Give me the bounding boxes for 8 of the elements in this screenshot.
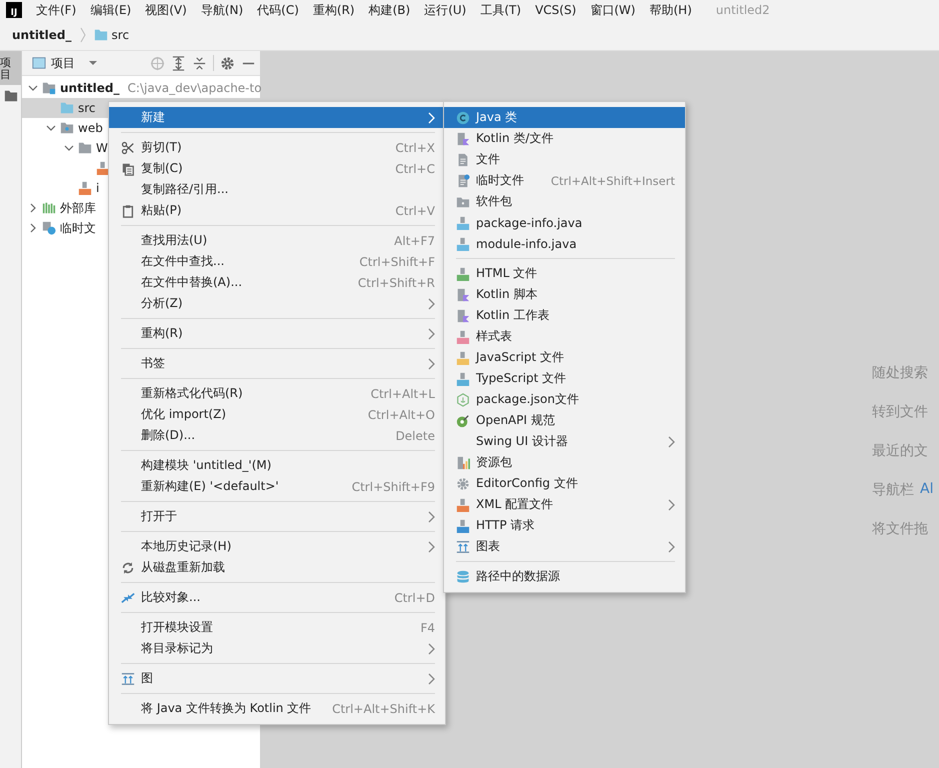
hint-text: 导航栏 bbox=[872, 481, 914, 500]
hint-text: 随处搜索 bbox=[872, 364, 928, 383]
hint-text: 将文件拖 bbox=[872, 520, 928, 539]
hint-text: 最近的文 bbox=[872, 442, 928, 461]
hint-text: 转到文件 bbox=[872, 403, 928, 422]
project-title: untitled2 bbox=[716, 3, 770, 17]
shortcut-text: Al bbox=[920, 481, 934, 499]
app-logo: IJ bbox=[6, 2, 22, 18]
